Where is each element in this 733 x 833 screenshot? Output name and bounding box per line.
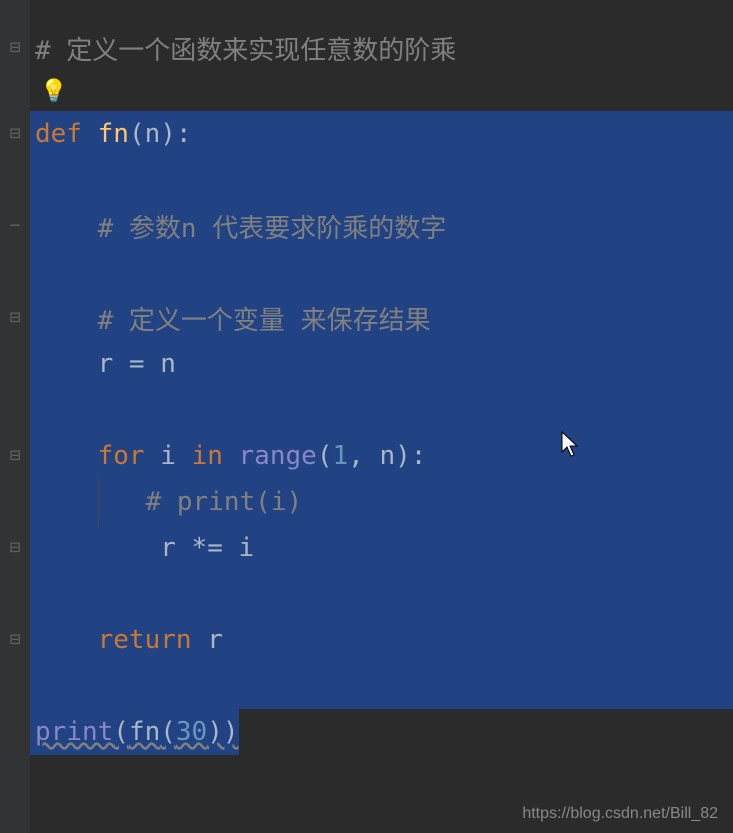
intention-bulb-row: 💡 xyxy=(30,71,733,111)
comment-text: # 参数n 代表要求阶乘的数字 xyxy=(98,208,447,245)
code-editor[interactable]: ⊟ ⊟ − ⊟ ⊟ ⊟ ⊟ # 定义一个函数来实现任意数的阶乘 💡 def fn… xyxy=(0,0,733,833)
code-content[interactable]: # 定义一个函数来实现任意数的阶乘 💡 def fn(n): # 参数n 代表要… xyxy=(30,0,733,833)
code-line[interactable]: # 定义一个函数来实现任意数的阶乘 xyxy=(30,25,733,71)
fold-marker-icon[interactable]: − xyxy=(8,219,22,233)
fold-marker-icon[interactable]: ⊟ xyxy=(8,633,22,647)
comment-text: # 定义一个函数来实现任意数的阶乘 xyxy=(35,30,456,67)
code-line[interactable]: print(fn(30)) xyxy=(30,709,239,755)
lightbulb-icon[interactable]: 💡 xyxy=(40,79,67,104)
code-line[interactable]: def fn(n): xyxy=(30,111,733,157)
code-line[interactable] xyxy=(30,387,733,433)
gutter: ⊟ ⊟ − ⊟ ⊟ ⊟ ⊟ xyxy=(0,0,30,833)
fold-marker-icon[interactable]: ⊟ xyxy=(8,449,22,463)
comment-text: # print(i) xyxy=(146,487,303,517)
code-line[interactable] xyxy=(30,663,733,709)
builtin-range: range xyxy=(239,441,317,471)
function-name: fn xyxy=(98,119,129,149)
fold-marker-icon[interactable]: ⊟ xyxy=(8,41,22,55)
code-line[interactable]: # 定义一个变量 来保存结果 xyxy=(30,295,733,341)
fold-marker-icon[interactable]: ⊟ xyxy=(8,127,22,141)
fold-marker-icon[interactable]: ⊟ xyxy=(8,541,22,555)
keyword-def: def xyxy=(35,119,82,149)
code-line[interactable] xyxy=(30,157,733,203)
keyword-for: for xyxy=(98,441,145,471)
builtin-print: print xyxy=(35,717,113,747)
fold-marker-icon[interactable]: ⊟ xyxy=(8,311,22,325)
keyword-return: return xyxy=(98,625,192,655)
code-line[interactable]: return r xyxy=(30,617,733,663)
code-text: r *= i xyxy=(160,533,254,563)
code-line[interactable]: r = n xyxy=(30,341,733,387)
code-line[interactable]: # 参数n 代表要求阶乘的数字 xyxy=(30,203,733,249)
code-text: r = n xyxy=(98,349,176,379)
code-line[interactable]: r *= i xyxy=(30,525,733,571)
code-line[interactable] xyxy=(30,249,733,295)
watermark-text: https://blog.csdn.net/Bill_82 xyxy=(522,805,718,823)
comment-text: # 定义一个变量 来保存结果 xyxy=(98,300,431,337)
code-line[interactable] xyxy=(30,571,733,617)
code-line[interactable]: # print(i) xyxy=(30,479,733,525)
keyword-in: in xyxy=(192,441,223,471)
code-line[interactable]: for i in range(1, n): xyxy=(30,433,733,479)
